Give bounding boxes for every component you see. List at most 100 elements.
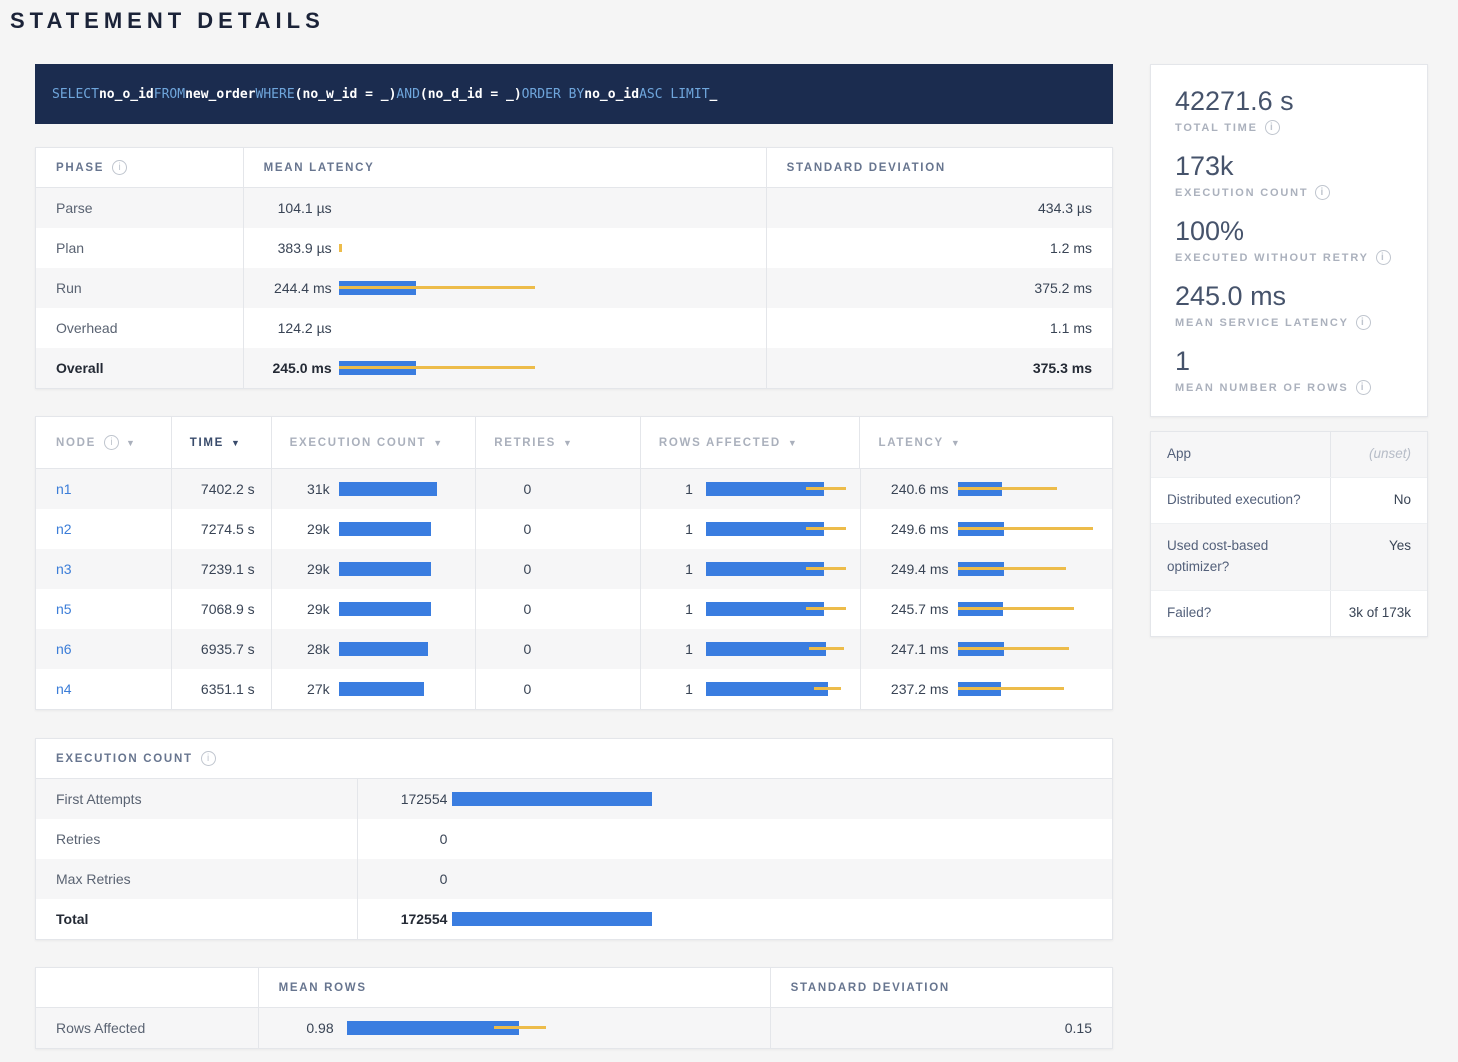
execution-count-column-header[interactable]: EXECUTION COUNT ▼ xyxy=(271,417,476,468)
rows-affected-bar xyxy=(706,682,852,696)
bar-mean-segment xyxy=(339,602,431,616)
node-link[interactable]: n4 xyxy=(56,681,72,697)
rows-affected-bar xyxy=(706,522,852,536)
phase-cell: Overhead xyxy=(36,308,243,348)
info-icon[interactable]: i xyxy=(1315,185,1330,200)
info-icon[interactable]: i xyxy=(112,160,127,175)
execution-count-cell: 31k xyxy=(271,469,476,509)
phase-cell: Parse xyxy=(36,188,243,228)
info-icon[interactable]: i xyxy=(1376,250,1391,265)
bar-mean-segment xyxy=(339,482,437,496)
mean-latency-cell: 383.9 µs xyxy=(243,228,766,268)
bar-stddev-segment xyxy=(806,567,846,570)
mean-latency-value: 245.0 ms xyxy=(244,360,332,376)
latency-header-label: LATENCY xyxy=(878,437,943,449)
latency-bar xyxy=(958,602,1105,616)
execution-count-bar xyxy=(452,872,1092,886)
latency-bar xyxy=(958,522,1105,536)
node-cell: n6 xyxy=(36,629,171,669)
rows-affected-table: MEAN ROWS STANDARD DEVIATION Rows Affect… xyxy=(35,967,1113,1049)
rows-affected-column-header[interactable]: ROWS AFFECTED ▼ xyxy=(640,417,860,468)
rows-affected-bar xyxy=(706,562,852,576)
std-dev-cell: 1.2 ms xyxy=(766,228,1112,268)
phase-table-body: Parse104.1 µs434.3 µsPlan383.9 µs1.2 msR… xyxy=(36,188,1112,388)
info-icon[interactable]: i xyxy=(1356,315,1371,330)
sort-caret-icon: ▼ xyxy=(563,438,572,448)
latency-bar xyxy=(339,281,746,295)
mean-rows-column-header: MEAN ROWS xyxy=(258,968,770,1007)
sql-identifier: (no_d_id = _) xyxy=(420,87,522,102)
node-link[interactable]: n3 xyxy=(56,561,72,577)
sql-keyword: ORDER BY xyxy=(522,87,585,102)
info-icon[interactable]: i xyxy=(1265,120,1280,135)
rows-affected-table-header: MEAN ROWS STANDARD DEVIATION xyxy=(36,968,1112,1008)
info-icon[interactable]: i xyxy=(104,435,119,450)
node-link[interactable]: n1 xyxy=(56,481,72,497)
table-row: Max Retries0 xyxy=(36,859,1112,899)
execution-count-cell: 29k xyxy=(271,549,476,589)
rows-affected-value: 1 xyxy=(641,641,693,657)
mean-latency-header-label: MEAN LATENCY xyxy=(264,162,375,174)
sql-identifier: no_o_id xyxy=(584,87,639,102)
execution-count-bar xyxy=(339,642,468,656)
bar-stddev-segment xyxy=(958,527,1093,530)
execution-count-table: EXECUTION COUNT i First Attempts172554Re… xyxy=(35,738,1113,940)
node-column-header[interactable]: NODE i ▼ xyxy=(36,417,171,468)
time-header-label: TIME xyxy=(190,437,224,449)
bar-stddev-segment xyxy=(339,244,342,252)
bar-stddev-segment xyxy=(958,607,1074,610)
node-cell: n3 xyxy=(36,549,171,589)
rows-affected-label: Rows Affected xyxy=(56,1020,145,1036)
node-link[interactable]: n5 xyxy=(56,601,72,617)
execution-count-label-cell: Total xyxy=(36,899,357,939)
time-value: 7239.1 s xyxy=(201,561,255,577)
std-dev-header-label: STANDARD DEVIATION xyxy=(791,982,950,994)
execution-count-label: Max Retries xyxy=(56,871,131,887)
table-row: Plan383.9 µs1.2 ms xyxy=(36,228,1112,268)
phase-label: Run xyxy=(56,280,82,296)
time-column-header[interactable]: TIME ▼ xyxy=(171,417,271,468)
node-table-header: NODE i ▼ TIME ▼ EXECUTION COUNT ▼ RETRIE… xyxy=(36,417,1112,469)
time-value: 6935.7 s xyxy=(201,641,255,657)
mean-rows-cell: 0.98 xyxy=(258,1008,770,1048)
std-dev-header-label: STANDARD DEVIATION xyxy=(787,162,946,174)
latency-cell: 237.2 ms xyxy=(860,669,1113,709)
info-icon[interactable]: i xyxy=(201,751,216,766)
stat-value: 42271.6 s xyxy=(1175,85,1403,118)
retries-value: 0 xyxy=(476,521,531,537)
phase-latency-table: PHASE i MEAN LATENCY STANDARD DEVIATION … xyxy=(35,147,1113,389)
execution-count-value: 31k xyxy=(272,481,330,497)
execution-count-cell: 28k xyxy=(271,629,476,669)
stat-label-text: EXECUTION COUNT xyxy=(1175,187,1308,199)
execution-count-value-cell: 172554 xyxy=(357,899,1112,939)
std-dev-value: 1.1 ms xyxy=(1050,320,1092,336)
latency-bar xyxy=(339,361,746,375)
table-row: Rows Affected0.980.15 xyxy=(36,1008,1112,1048)
rows-affected-cell: 1 xyxy=(640,509,860,549)
table-row: n27274.5 s29k01249.6 ms xyxy=(36,509,1112,549)
time-cell: 6935.7 s xyxy=(171,629,271,669)
main-column: SELECT no_o_id FROM new_order WHERE (no_… xyxy=(35,64,1113,1049)
execution-count-label: First Attempts xyxy=(56,791,142,807)
execution-count-bar xyxy=(339,482,468,496)
page-title: STATEMENT DETAILS xyxy=(10,8,1458,34)
rows-affected-value: 1 xyxy=(641,481,693,497)
info-icon[interactable]: i xyxy=(1356,380,1371,395)
std-dev-cell: 375.3 ms xyxy=(766,348,1112,388)
mean-rows-value: 0.98 xyxy=(259,1020,334,1036)
rows-affected-value: 1 xyxy=(641,561,693,577)
retries-column-header[interactable]: RETRIES ▼ xyxy=(475,417,640,468)
stat-label: EXECUTED WITHOUT RETRYi xyxy=(1175,250,1403,265)
time-cell: 7274.5 s xyxy=(171,509,271,549)
time-value: 7402.2 s xyxy=(201,481,255,497)
execution-count-value-cell: 0 xyxy=(357,819,1112,859)
latency-cell: 240.6 ms xyxy=(860,469,1113,509)
summary-stat: 245.0 msMEAN SERVICE LATENCYi xyxy=(1175,280,1403,330)
node-link[interactable]: n6 xyxy=(56,641,72,657)
phase-label: Parse xyxy=(56,200,93,216)
node-cell: n1 xyxy=(36,469,171,509)
node-link[interactable]: n2 xyxy=(56,521,72,537)
latency-column-header[interactable]: LATENCY ▼ xyxy=(859,417,1112,468)
time-value: 7274.5 s xyxy=(201,521,255,537)
execution-count-bar xyxy=(339,522,468,536)
